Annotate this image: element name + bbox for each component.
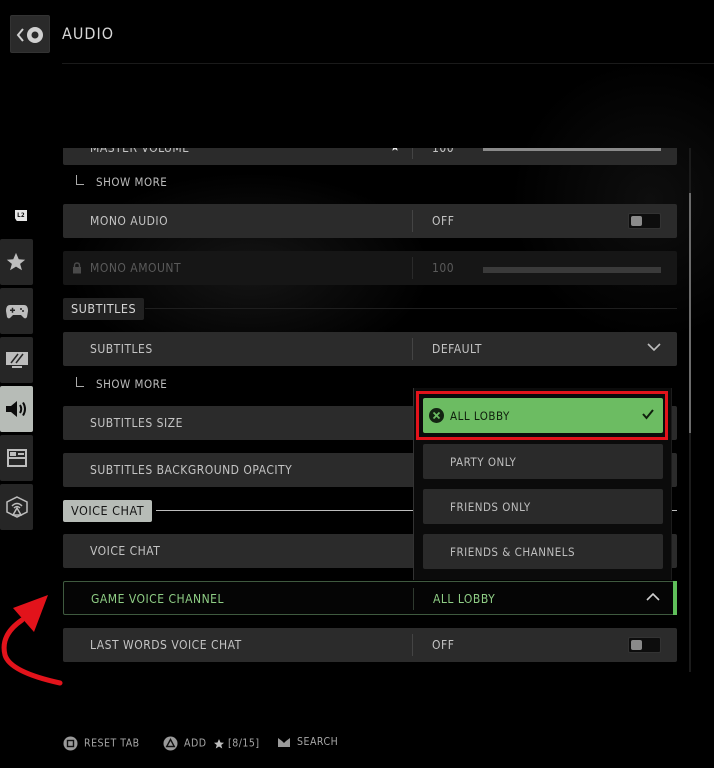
subtitles-label: SUBTITLES: [90, 342, 153, 356]
mono-audio-row[interactable]: MONO AUDIO OFF: [63, 204, 677, 238]
last-words-voice-chat-toggle[interactable]: [628, 637, 661, 653]
sidebar-tab-favorites[interactable]: [0, 239, 33, 285]
master-volume-clip: MASTER VOLUME 100: [63, 148, 677, 165]
master-volume-label: MASTER VOLUME: [90, 148, 190, 155]
sidebar-tab-audio[interactable]: [0, 386, 33, 432]
lock-icon: [73, 262, 81, 274]
speaker-icon: [6, 401, 26, 417]
header-divider: [62, 63, 714, 64]
chevron-up-icon: [646, 592, 660, 601]
sidebar-tab-controller[interactable]: [0, 288, 33, 334]
show-more-audio[interactable]: SHOW MORE: [76, 175, 167, 189]
game-voice-channel-row[interactable]: GAME VOICE CHANNEL ALL LOBBY: [63, 581, 677, 615]
subtitles-value: DEFAULT: [432, 342, 482, 356]
section-header-voice-chat: VOICE CHAT: [63, 500, 153, 522]
gamepad-icon: [6, 305, 28, 319]
square-button-icon: [63, 736, 78, 751]
last-words-voice-chat-value: OFF: [432, 638, 455, 652]
show-more-subtitles[interactable]: SHOW MORE: [76, 377, 167, 391]
voice-chat-label: VOICE CHAT: [90, 544, 161, 558]
mono-amount-value: 100: [432, 261, 455, 275]
dropdown-option-friends-and-channels[interactable]: FRIENDS & CHANNELS: [423, 534, 663, 569]
game-voice-channel-label: GAME VOICE CHANNEL: [91, 592, 224, 606]
divider: [412, 257, 413, 279]
toggle-knob: [631, 216, 642, 226]
sidebar-tab-network[interactable]: [0, 484, 33, 530]
star-icon: [6, 252, 26, 271]
touchpad-icon: [278, 737, 290, 747]
sidebar-tab-interface[interactable]: [0, 435, 33, 481]
subtitles-background-opacity-label: SUBTITLES BACKGROUND OPACITY: [90, 463, 293, 477]
dropdown-option-label: FRIENDS & CHANNELS: [450, 545, 576, 559]
back-circle-icon: [16, 27, 43, 43]
mono-amount-slider: [483, 267, 661, 273]
dropdown-option-party-only[interactable]: PARTY ONLY: [423, 444, 663, 479]
last-words-voice-chat-row[interactable]: LAST WORDS VOICE CHAT OFF: [63, 628, 677, 662]
favorite-star-icon[interactable]: [390, 148, 400, 152]
section-divider: [145, 308, 677, 309]
subtitles-size-label: SUBTITLES SIZE: [90, 416, 183, 430]
dropdown-option-friends-only[interactable]: FRIENDS ONLY: [423, 489, 663, 524]
dropdown-option-label: FRIENDS ONLY: [450, 500, 531, 514]
divider: [413, 588, 414, 610]
red-arrow-annotation: [1, 595, 63, 686]
back-button[interactable]: [10, 15, 50, 53]
search-button[interactable]: SEARCH: [277, 736, 338, 748]
divider: [412, 210, 413, 232]
toggle-knob: [631, 640, 642, 650]
sidebar-tab-graphics[interactable]: [0, 337, 33, 383]
scrollbar-thumb[interactable]: [689, 193, 691, 433]
master-volume-row[interactable]: MASTER VOLUME 100: [63, 148, 677, 165]
chevron-down-icon: [647, 343, 661, 352]
master-volume-value: 100: [432, 148, 455, 155]
star-icon: [214, 738, 225, 748]
mono-audio-label: MONO AUDIO: [90, 214, 169, 228]
network-tower-icon: [6, 496, 28, 518]
highlight-annotation-box: [416, 391, 668, 440]
l2-bumper-hint: L2: [15, 210, 27, 221]
game-voice-channel-value: ALL LOBBY: [433, 592, 496, 606]
divider: [412, 148, 413, 159]
section-header-subtitles: SUBTITLES: [63, 298, 145, 320]
tree-corner-icon: [76, 377, 84, 387]
mono-amount-label: MONO AMOUNT: [90, 261, 182, 275]
subtitles-row[interactable]: SUBTITLES DEFAULT: [63, 332, 677, 366]
focus-accent-bar: [673, 581, 677, 615]
mono-amount-row: MONO AMOUNT 100: [63, 251, 677, 285]
layout-icon: [7, 449, 27, 467]
tree-corner-icon: [76, 175, 84, 185]
mono-audio-toggle[interactable]: [628, 213, 661, 229]
dropdown-option-label: PARTY ONLY: [450, 455, 517, 469]
monitor-icon: [6, 352, 28, 368]
reset-tab-button[interactable]: RESET TAB: [63, 736, 140, 751]
divider: [412, 634, 413, 656]
mono-audio-value: OFF: [432, 214, 455, 228]
last-words-voice-chat-label: LAST WORDS VOICE CHAT: [90, 638, 242, 652]
triangle-button-icon: [163, 736, 178, 751]
master-volume-slider[interactable]: [483, 148, 661, 151]
divider: [412, 338, 413, 360]
add-favorite-button[interactable]: ADD [8/15]: [163, 736, 260, 751]
page-title: AUDIO: [62, 24, 115, 43]
